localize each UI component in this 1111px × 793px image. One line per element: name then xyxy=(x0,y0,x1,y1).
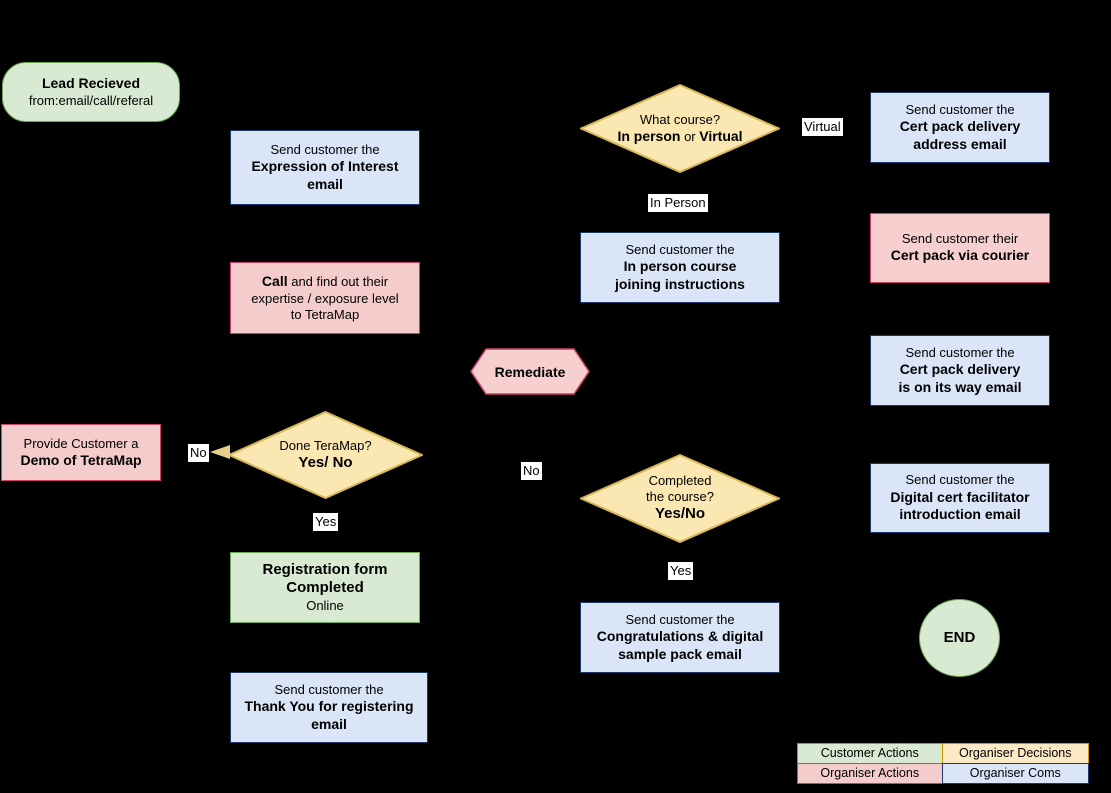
node-digital-cert-intro[interactable]: Send customer the Digital cert facilitat… xyxy=(870,463,1050,533)
done-terramap-line1: Done TeraMap? xyxy=(279,437,372,453)
certaddr-line3: address email xyxy=(913,135,1007,152)
node-cert-pack-address[interactable]: Send customer the Cert pack delivery add… xyxy=(870,92,1050,163)
what-course-line1: What course? xyxy=(639,111,721,127)
thankyou-line2: Thank You for registering xyxy=(244,698,414,715)
call-rest: and find out their xyxy=(287,274,389,289)
node-cert-pack-courier[interactable]: Send customer their Cert pack via courie… xyxy=(870,213,1050,283)
node-demo-tetramap[interactable]: Provide Customer a Demo of TetraMap xyxy=(1,424,161,481)
inperson-line2: In person course xyxy=(623,258,737,275)
certaddr-line1: Send customer the xyxy=(905,101,1015,117)
edge-label-no-remediate: No xyxy=(521,462,542,480)
call-line3: to TetraMap xyxy=(290,306,360,322)
digital-line1: Send customer the xyxy=(905,472,1015,488)
onway-line2: Cert pack delivery xyxy=(899,361,1021,378)
completed-line2: the course? xyxy=(646,489,714,505)
node-completed-course[interactable]: Completed the course? Yes/No xyxy=(580,454,780,543)
congrats-line3: sample pack email xyxy=(618,645,742,662)
digital-line2: Digital cert facilitator xyxy=(890,488,1030,505)
completed-line1: Completed xyxy=(648,472,712,488)
eoi-line2: Expression of Interest xyxy=(251,158,399,175)
eoi-line3: email xyxy=(307,175,343,192)
demo-line2: Demo of TetraMap xyxy=(20,451,142,468)
flowchart-canvas: Lead Recieved from:email/call/referal Se… xyxy=(0,0,1111,793)
registration-line3: Online xyxy=(306,598,344,614)
legend: Customer Actions Organiser Decisions Org… xyxy=(796,742,1089,784)
what-course-line2: In person or Virtual xyxy=(617,128,742,146)
completed-line3: Yes/No xyxy=(654,505,706,523)
call-line2: expertise / exposure level xyxy=(251,290,399,306)
congrats-line2: Congratulations & digital xyxy=(596,628,764,645)
legend-organiser-decisions-label: Organiser Decisions xyxy=(958,746,1072,760)
congrats-line1: Send customer the xyxy=(625,611,735,627)
edge-label-no-demo: No xyxy=(188,444,209,462)
remediate-label: Remediate xyxy=(494,363,566,380)
legend-organiser-coms: Organiser Coms xyxy=(942,762,1089,784)
onway-line3: is on its way email xyxy=(898,378,1022,395)
courier-line2: Cert pack via courier xyxy=(890,247,1030,264)
digital-line3: introduction email xyxy=(899,506,1021,523)
node-in-person-joining[interactable]: Send customer the In person course joini… xyxy=(580,232,780,303)
edge-label-virtual: Virtual xyxy=(802,118,843,136)
onway-line1: Send customer the xyxy=(905,344,1015,360)
node-thank-you[interactable]: Send customer the Thank You for register… xyxy=(230,672,428,743)
call-line1: Call and find out their xyxy=(237,273,413,291)
inperson-line3: joining instructions xyxy=(615,275,745,292)
node-cert-pack-on-way[interactable]: Send customer the Cert pack delivery is … xyxy=(870,335,1050,406)
inperson-line1: Send customer the xyxy=(625,241,735,257)
edge-label-yes-congrats: Yes xyxy=(668,562,694,580)
what-course-inperson: In person xyxy=(617,127,681,144)
node-what-course[interactable]: What course? In person or Virtual xyxy=(580,84,780,173)
thankyou-line1: Send customer the xyxy=(274,681,384,697)
legend-organiser-coms-label: Organiser Coms xyxy=(969,766,1061,780)
lead-received-subtitle: from:email/call/referal xyxy=(28,92,154,108)
what-course-or: or xyxy=(680,128,700,144)
thankyou-line3: email xyxy=(311,715,347,732)
node-registration-form[interactable]: Registration form Completed Online xyxy=(230,552,420,623)
edge-label-yes-registration: Yes xyxy=(313,513,339,531)
demo-line1: Provide Customer a xyxy=(23,435,139,451)
done-terramap-line2: Yes/ No xyxy=(298,453,353,471)
node-call-expertise[interactable]: Call and find out their expertise / expo… xyxy=(230,262,420,334)
call-bold: Call xyxy=(261,273,288,289)
legend-customer-actions: Customer Actions xyxy=(796,742,943,764)
lead-received-title: Lead Recieved xyxy=(41,75,141,92)
courier-line1: Send customer their xyxy=(901,231,1019,247)
legend-organiser-actions-label: Organiser Actions xyxy=(820,766,920,780)
arrowhead-no-demo xyxy=(210,445,230,459)
certaddr-line2: Cert pack delivery xyxy=(899,118,1021,135)
node-end[interactable]: END xyxy=(919,599,1000,677)
edge-label-in-person: In Person xyxy=(648,194,708,212)
node-lead-received[interactable]: Lead Recieved from:email/call/referal xyxy=(2,62,180,122)
what-course-virtual: Virtual xyxy=(699,127,743,144)
registration-line1: Registration form xyxy=(262,560,388,578)
node-congratulations[interactable]: Send customer the Congratulations & digi… xyxy=(580,602,780,673)
node-remediate[interactable]: Remediate xyxy=(470,348,590,395)
end-label: END xyxy=(943,628,976,646)
node-done-terramap[interactable]: Done TeraMap? Yes/ No xyxy=(228,411,423,499)
eoi-line1: Send customer the xyxy=(270,141,380,157)
legend-organiser-decisions: Organiser Decisions xyxy=(942,742,1089,764)
node-expression-of-interest[interactable]: Send customer the Expression of Interest… xyxy=(230,130,420,205)
registration-line2: Completed xyxy=(286,579,364,597)
legend-organiser-actions: Organiser Actions xyxy=(796,762,943,784)
legend-customer-actions-label: Customer Actions xyxy=(820,746,919,760)
